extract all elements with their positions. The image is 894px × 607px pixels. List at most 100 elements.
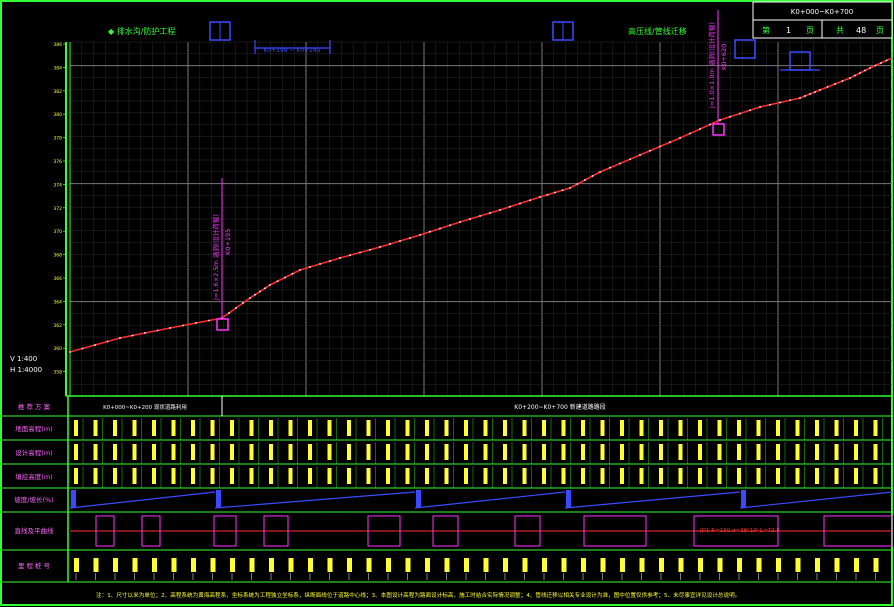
elevation-value-mark	[132, 468, 137, 484]
station-label-mark	[132, 558, 138, 572]
design-point	[169, 327, 171, 329]
elevation-value-mark	[678, 420, 683, 436]
grade-segment	[564, 491, 741, 509]
y-tick-label: 380	[53, 112, 62, 118]
design-point	[359, 251, 361, 254]
elevation-value-mark	[678, 444, 683, 460]
design-point	[208, 319, 210, 322]
elevation-value-mark	[464, 420, 468, 436]
design-point	[81, 347, 84, 350]
design-point	[769, 103, 771, 106]
elevation-value-mark	[386, 468, 390, 484]
design-point	[264, 287, 266, 290]
design-point	[284, 276, 286, 279]
vertical-scale: V 1:400	[10, 355, 37, 363]
station-label-mark	[717, 558, 723, 572]
station-label-mark	[756, 558, 762, 572]
design-point	[94, 344, 96, 346]
y-tick-label: 386	[53, 42, 62, 48]
elevation-value-mark	[425, 420, 429, 436]
span-label: K0+198 ~ K0+245	[263, 47, 320, 54]
elevation-value-mark	[581, 468, 585, 484]
culvert-annotation-right: J=1.0×1.0m 涵洞(设计荷载) K0+620	[707, 10, 728, 136]
elevation-value-mark	[74, 444, 78, 460]
grade-break-marker	[741, 490, 746, 508]
design-point	[849, 77, 851, 79]
design-point	[826, 86, 829, 88]
design-point	[228, 312, 230, 314]
design-point	[319, 263, 321, 265]
elevation-value-mark	[834, 468, 839, 484]
elevation-value-mark	[308, 444, 312, 460]
blue-marker-3	[734, 39, 756, 59]
design-point	[841, 80, 844, 82]
elevation-value-mark	[191, 468, 195, 484]
y-tick-label: 376	[53, 159, 62, 165]
design-point	[885, 59, 888, 62]
station-label-mark	[815, 558, 820, 572]
design-point	[554, 191, 556, 194]
grade-break-marker	[416, 490, 421, 508]
y-tick-label: 370	[53, 229, 62, 235]
elevation-value-mark	[815, 420, 819, 436]
elevation-value-mark	[756, 468, 761, 484]
elevation-value-mark	[620, 420, 624, 436]
elevation-value-mark	[795, 444, 800, 460]
elevation-value-mark	[327, 444, 332, 460]
elevation-value-mark	[600, 420, 605, 436]
design-point	[639, 154, 641, 156]
design-point	[584, 179, 586, 181]
elevation-value-mark	[113, 444, 117, 460]
station-label-mark	[93, 558, 99, 572]
design-point	[789, 99, 791, 102]
design-point	[479, 215, 481, 217]
elevation-value-mark	[698, 444, 702, 460]
design-point	[459, 221, 461, 223]
design-point	[599, 171, 601, 173]
design-point	[489, 212, 491, 214]
elevation-value-mark	[873, 444, 878, 460]
culvert-station-right: K0+620	[720, 44, 728, 70]
elevation-value-mark	[230, 444, 234, 460]
station-label-mark	[581, 558, 586, 572]
elevation-value-mark	[815, 468, 819, 484]
station-label-mark	[503, 558, 508, 572]
elevation-value-mark	[327, 468, 332, 484]
elevation-value-mark	[503, 420, 507, 436]
elevation-value-mark	[483, 420, 488, 436]
grade-segment	[214, 491, 416, 509]
elevation-value-mark	[386, 444, 390, 460]
design-point	[809, 93, 811, 95]
elevation-value-mark	[620, 468, 624, 484]
elevation-value-mark	[698, 468, 702, 484]
design-point	[859, 72, 861, 74]
design-point	[759, 106, 761, 108]
total-label: 共	[836, 26, 844, 35]
elevation-value-mark	[269, 468, 273, 484]
design-point	[629, 158, 631, 161]
station-label-mark	[854, 558, 859, 572]
elevation-value-mark	[444, 468, 449, 484]
elevation-value-mark	[405, 468, 410, 484]
design-point	[389, 243, 391, 245]
elevation-value-mark	[269, 444, 273, 460]
sheet-unit: 页	[806, 26, 814, 35]
elevation-value-mark	[542, 444, 546, 460]
design-point	[609, 166, 611, 169]
station-label-mark	[795, 558, 801, 572]
design-point	[449, 224, 451, 227]
station-label-mark	[464, 558, 469, 572]
elevation-value-mark	[210, 468, 215, 484]
y-tick-label: 360	[53, 346, 62, 352]
station-label-mark	[308, 558, 313, 572]
elevation-value-mark	[659, 444, 663, 460]
y-tick-label: 374	[53, 182, 62, 188]
station-label-mark	[152, 558, 157, 572]
station-label-mark	[834, 558, 840, 572]
elevation-value-mark	[581, 444, 585, 460]
elevation-value-mark	[171, 444, 176, 460]
elevation-value-mark	[366, 420, 371, 436]
design-point	[689, 132, 691, 135]
design-point	[591, 175, 594, 177]
elevation-value-mark	[464, 468, 468, 484]
